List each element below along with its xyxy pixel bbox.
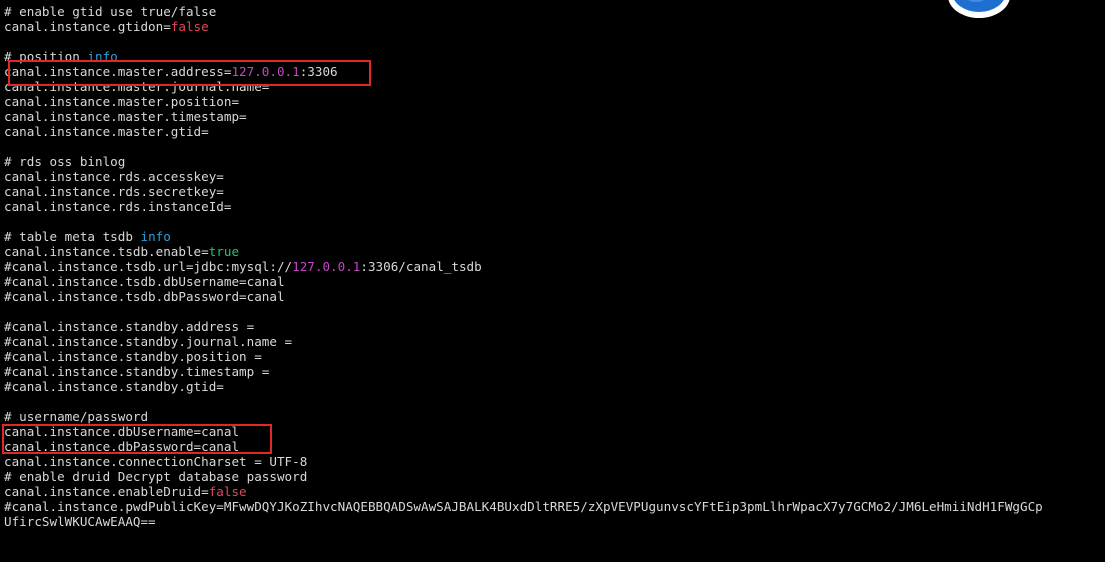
terminal-text-bool-false: false xyxy=(208,484,247,499)
terminal-text-comment: # position xyxy=(4,49,88,64)
terminal-text-info: info xyxy=(87,49,118,64)
terminal-text-plain: #canal.instance.standby.gtid= xyxy=(4,379,224,394)
terminal-line: # table meta tsdb info xyxy=(4,229,1103,244)
terminal-text-comment: # enable druid Decrypt database password xyxy=(4,469,308,484)
terminal-line: # rds oss binlog xyxy=(4,154,1103,169)
terminal-text-plain: canal.instance.master.address= xyxy=(4,64,232,79)
terminal-text-bool-false: false xyxy=(170,19,209,34)
terminal-text-plain: canal.instance.rds.accesskey= xyxy=(4,169,224,184)
terminal-line: canal.instance.dbUsername=canal xyxy=(4,424,1103,439)
terminal-line: canal.instance.connectionCharset = UTF-8 xyxy=(4,454,1103,469)
terminal-line: canal.instance.rds.instanceId= xyxy=(4,199,1103,214)
avatar-icon-fill xyxy=(952,0,1006,12)
terminal-text-comment: # username/password xyxy=(4,409,149,424)
terminal-text-plain: #canal.instance.standby.position = xyxy=(4,349,262,364)
terminal-text-plain: canal.instance.master.journal.name= xyxy=(4,79,270,94)
terminal-text-ip: 127.0.0.1 xyxy=(231,64,300,79)
terminal-line: canal.instance.tsdb.enable=true xyxy=(4,244,1103,259)
terminal-text-bool-true: true xyxy=(208,244,240,259)
terminal-text-plain: #canal.instance.tsdb.url=jdbc:mysql:// xyxy=(4,259,293,274)
terminal-line: # position info xyxy=(4,49,1103,64)
terminal-text-plain: #canal.instance.standby.journal.name = xyxy=(4,334,293,349)
terminal-line: UfircSwlWKUCAwEAAQ== xyxy=(4,514,1103,529)
terminal-text-ip: 127.0.0.1 xyxy=(292,259,361,274)
terminal-text-plain: :3306 xyxy=(299,64,338,79)
terminal-line: canal.instance.dbPassword=canal xyxy=(4,439,1103,454)
terminal-line: canal.instance.rds.accesskey= xyxy=(4,169,1103,184)
terminal-line: #canal.instance.standby.timestamp = xyxy=(4,364,1103,379)
terminal-line: # enable gtid use true/false xyxy=(4,4,1103,19)
terminal-line: #canal.instance.tsdb.dbPassword=canal xyxy=(4,289,1103,304)
terminal-output[interactable]: # enable gtid use true/false canal.instan… xyxy=(4,4,1103,529)
terminal-line: canal.instance.master.address=127.0.0.1:… xyxy=(4,64,1103,79)
terminal-text-info: info xyxy=(140,229,171,244)
terminal-text-plain: #canal.instance.pwdPublicKey=MFwwDQYJKoZ… xyxy=(4,499,1043,514)
terminal-text-plain: #canal.instance.standby.address = xyxy=(4,319,255,334)
terminal-text-comment: # enable gtid use true/false xyxy=(4,4,217,19)
terminal-line: # username/password xyxy=(4,409,1103,424)
terminal-line: canal.instance.enableDruid=false xyxy=(4,484,1103,499)
terminal-text-plain: canal.instance.connectionCharset = UTF-8 xyxy=(4,454,308,469)
terminal-text-plain: canal.instance.tsdb.enable= xyxy=(4,244,209,259)
terminal-line: # enable druid Decrypt database password xyxy=(4,469,1103,484)
terminal-text-plain: canal.instance.master.gtid= xyxy=(4,124,209,139)
terminal-text-plain: UfircSwlWKUCAwEAAQ== xyxy=(4,514,156,529)
terminal-line: #canal.instance.standby.position = xyxy=(4,349,1103,364)
terminal-text-plain: :3306/canal_tsdb xyxy=(360,259,482,274)
terminal-text-plain: canal.instance.rds.instanceId= xyxy=(4,199,232,214)
terminal-line: canal.instance.master.position= xyxy=(4,94,1103,109)
terminal-text-plain: canal.instance.master.timestamp= xyxy=(4,109,247,124)
terminal-line: canal.instance.gtidon=false xyxy=(4,19,1103,34)
terminal-line: canal.instance.master.gtid= xyxy=(4,124,1103,139)
terminal-line: #canal.instance.tsdb.dbUsername=canal xyxy=(4,274,1103,289)
terminal-text-plain: canal.instance.dbUsername=canal xyxy=(4,424,240,439)
terminal-line: #canal.instance.standby.address = xyxy=(4,319,1103,334)
terminal-line: #canal.instance.pwdPublicKey=MFwwDQYJKoZ… xyxy=(4,499,1103,514)
terminal-line: #canal.instance.standby.gtid= xyxy=(4,379,1103,394)
terminal-line: canal.instance.rds.secretkey= xyxy=(4,184,1103,199)
terminal-text-plain: #canal.instance.tsdb.dbUsername=canal xyxy=(4,274,285,289)
terminal-text-comment: # rds oss binlog xyxy=(4,154,126,169)
terminal-line: #canal.instance.tsdb.url=jdbc:mysql://12… xyxy=(4,259,1103,274)
terminal-line: #canal.instance.standby.journal.name = xyxy=(4,334,1103,349)
terminal-text-comment: # table meta tsdb xyxy=(4,229,141,244)
terminal-line: canal.instance.master.journal.name= xyxy=(4,79,1103,94)
terminal-text-plain: canal.instance.master.position= xyxy=(4,94,240,109)
terminal-text-plain: canal.instance.gtidon= xyxy=(4,19,171,34)
terminal-line: canal.instance.master.timestamp= xyxy=(4,109,1103,124)
terminal-text-plain: #canal.instance.tsdb.dbPassword=canal xyxy=(4,289,285,304)
terminal-text-plain: #canal.instance.standby.timestamp = xyxy=(4,364,270,379)
terminal-text-plain: canal.instance.enableDruid= xyxy=(4,484,209,499)
terminal-text-plain: canal.instance.rds.secretkey= xyxy=(4,184,224,199)
terminal-text-plain: canal.instance.dbPassword=canal xyxy=(4,439,240,454)
